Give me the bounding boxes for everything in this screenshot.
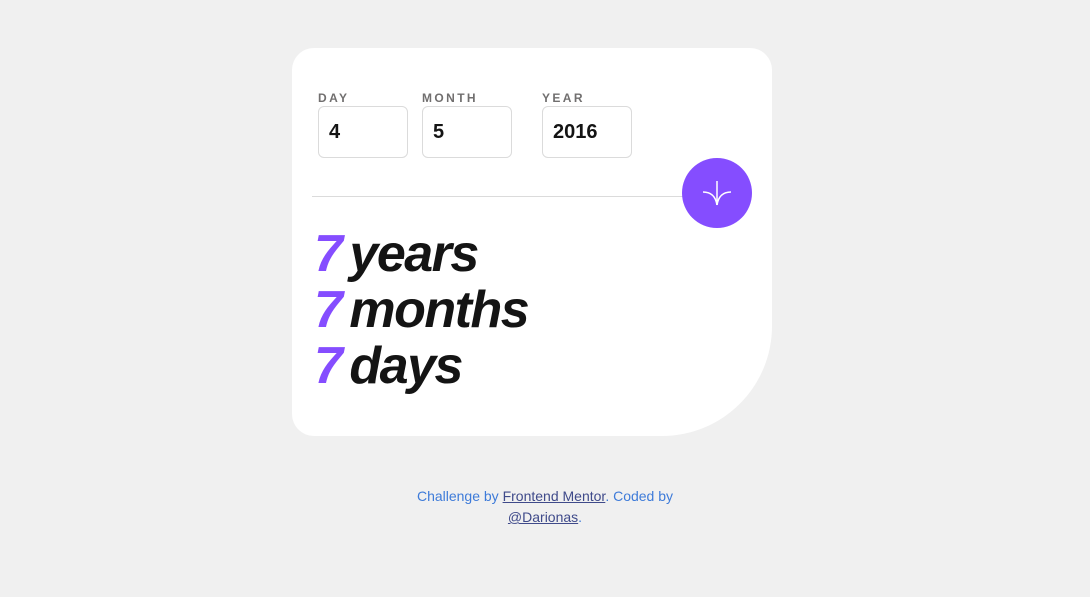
years-value: 7 bbox=[314, 225, 343, 283]
attribution-middle: . Coded by bbox=[605, 488, 674, 504]
day-input[interactable] bbox=[318, 106, 408, 158]
attribution-prefix: Challenge by bbox=[416, 488, 503, 504]
years-unit: years bbox=[349, 225, 479, 283]
year-label: YEAR bbox=[542, 91, 585, 105]
year-field: YEAR bbox=[542, 90, 632, 158]
months-value: 7 bbox=[314, 281, 343, 339]
months-unit: months bbox=[349, 281, 529, 339]
results: 7 years 7 months 7 days bbox=[314, 226, 530, 394]
days-result: 7 days bbox=[314, 338, 528, 394]
years-result: 7 years bbox=[314, 226, 528, 282]
author-link[interactable]: @Darionas bbox=[508, 509, 578, 525]
day-field: DAY bbox=[318, 90, 408, 158]
frontend-mentor-link[interactable]: Frontend Mentor bbox=[503, 488, 606, 504]
day-label: DAY bbox=[318, 91, 350, 105]
days-unit: days bbox=[349, 337, 463, 395]
months-result: 7 months bbox=[314, 281, 530, 339]
days-value: 7 bbox=[314, 337, 343, 395]
submit-button[interactable] bbox=[682, 158, 752, 228]
divider bbox=[312, 196, 712, 197]
month-label: MONTH bbox=[422, 91, 478, 105]
attribution-suffix: . bbox=[578, 509, 583, 525]
attribution: Challenge by Frontend Mentor. Coded by @… bbox=[345, 486, 745, 528]
month-field: MONTH bbox=[422, 90, 512, 158]
arrow-down-icon bbox=[702, 181, 732, 206]
age-calculator-card: DAY MONTH YEAR 7years 7months 7days bbox=[292, 48, 772, 436]
year-input[interactable] bbox=[542, 106, 632, 158]
month-input[interactable] bbox=[422, 106, 512, 158]
